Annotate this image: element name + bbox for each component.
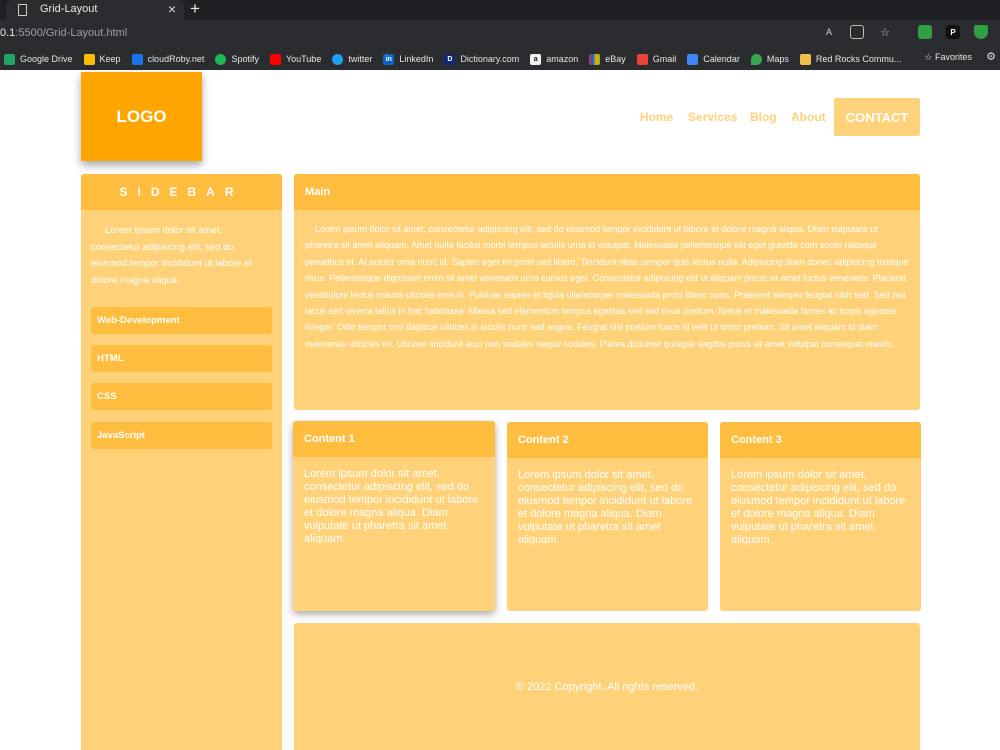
bookmark-spotify[interactable]: Spotify: [215, 53, 259, 65]
extension-p-icon[interactable]: P: [946, 25, 960, 39]
ebay-icon: [589, 53, 601, 65]
contact-button[interactable]: CONTACT: [834, 98, 920, 136]
card-title: Content 1: [293, 421, 495, 457]
content-card-1[interactable]: Content 1 Lorem ipsum dolor sit amet, co…: [293, 421, 495, 611]
google-drive-icon: [4, 53, 15, 65]
content-card-3[interactable]: Content 3 Lorem ipsum dolor sit amet, co…: [720, 422, 921, 611]
bookmark-google-drive[interactable]: Google Drive: [4, 53, 73, 65]
card-text: Lorem ipsum dolor sit amet, consectetur …: [518, 469, 693, 546]
keep-icon: [83, 53, 95, 65]
main-title: Main: [294, 174, 920, 210]
linkedin-icon: in: [383, 53, 395, 65]
folder-icon: [799, 53, 811, 65]
address-bar-icons: A ☆ P: [822, 25, 988, 39]
browser-tab[interactable]: Grid-Layout ×: [6, 0, 184, 20]
content-card-2[interactable]: Content 2 Lorem ipsum dolor sit amet, co…: [507, 422, 708, 611]
card-text: Lorem ipsum dolor sit amet, consectetur …: [304, 468, 479, 545]
sidebar-item-css[interactable]: CSS: [91, 383, 272, 410]
twitter-icon: [332, 53, 344, 65]
footer: © 2022 Copyright. All rights reserved.: [294, 623, 920, 750]
url-field[interactable]: 0.1:5500/Grid-Layout.html: [0, 27, 127, 39]
favorites-star-icon: ☆: [924, 52, 935, 62]
app-available-icon[interactable]: [850, 25, 864, 39]
bookmark-calendar[interactable]: Calendar: [687, 53, 740, 65]
tab-title: Grid-Layout: [40, 3, 98, 15]
bookmark-cloudroby[interactable]: cloudRoby.net: [131, 53, 204, 65]
bookmark-amazon[interactable]: a amazon: [530, 53, 578, 65]
calendar-icon: [687, 53, 699, 65]
nav-services[interactable]: Services: [688, 110, 737, 124]
extension-green-icon[interactable]: [918, 25, 932, 39]
close-icon[interactable]: ×: [168, 1, 176, 17]
gear-icon[interactable]: ⚙: [986, 50, 996, 63]
sidebar: SIDEBAR Lorem ipsum dolor sit amet, cons…: [81, 174, 282, 750]
bookmark-red-rocks[interactable]: Red Rocks Commu...: [799, 53, 901, 65]
browser-tab-strip: Grid-Layout × +: [0, 0, 1000, 20]
sidebar-text: Lorem ipsum dolor sit amet, consectetur …: [91, 225, 253, 286]
address-bar: 0.1:5500/Grid-Layout.html A ☆ P: [0, 20, 1000, 48]
cloudroby-icon: [131, 53, 143, 65]
sidebar-item-web-development[interactable]: Web-Development: [91, 307, 272, 334]
nav-home[interactable]: Home: [640, 110, 673, 124]
favorite-star-icon[interactable]: ☆: [878, 25, 892, 39]
nav-blog[interactable]: Blog: [750, 110, 777, 124]
maps-pin-icon: [750, 53, 762, 65]
extension-shield-icon[interactable]: [974, 25, 988, 39]
bookmark-maps[interactable]: Maps: [750, 53, 789, 65]
gmail-icon: [636, 53, 648, 65]
main-section: Main Lorem ipsum dolor sit amet, consect…: [294, 174, 920, 410]
card-title: Content 2: [507, 422, 708, 458]
spotify-icon: [215, 53, 227, 65]
card-title: Content 3: [720, 422, 921, 458]
bookmarks-bar: Google Drive Keep cloudRoby.net Spotify …: [0, 48, 1000, 70]
youtube-icon: [269, 53, 281, 65]
main-text: Lorem ipsum dolor sit amet, consectetur …: [305, 224, 909, 349]
bookmark-dictionary[interactable]: D Dictionary.com: [444, 53, 519, 65]
favorites-folder[interactable]: ☆ Favorites: [924, 52, 972, 63]
sidebar-title: SIDEBAR: [81, 174, 282, 210]
bookmark-keep[interactable]: Keep: [83, 53, 121, 65]
logo[interactable]: LOGO: [81, 72, 202, 161]
footer-copyright: © 2022 Copyright. All rights reserved.: [515, 680, 699, 693]
new-tab-icon[interactable]: +: [190, 0, 200, 19]
nav-about[interactable]: About: [791, 110, 826, 124]
url-host: 0.1: [0, 27, 16, 39]
bookmark-twitter[interactable]: twitter: [332, 53, 372, 65]
dictionary-icon: D: [444, 53, 456, 65]
amazon-icon: a: [530, 53, 542, 65]
bookmark-youtube[interactable]: YouTube: [269, 53, 321, 65]
bookmark-ebay[interactable]: eBay: [589, 53, 626, 65]
bookmark-gmail[interactable]: Gmail: [636, 53, 676, 65]
read-aloud-icon[interactable]: A: [822, 25, 836, 39]
page-icon: [18, 4, 27, 16]
bookmark-linkedin[interactable]: in LinkedIn: [383, 53, 433, 65]
card-text: Lorem ipsum dolor sit amet, consectetur …: [731, 469, 906, 546]
sidebar-item-javascript[interactable]: JavaScript: [91, 422, 272, 449]
sidebar-item-html[interactable]: HTML: [91, 345, 272, 372]
url-path: :5500/Grid-Layout.html: [15, 27, 128, 39]
